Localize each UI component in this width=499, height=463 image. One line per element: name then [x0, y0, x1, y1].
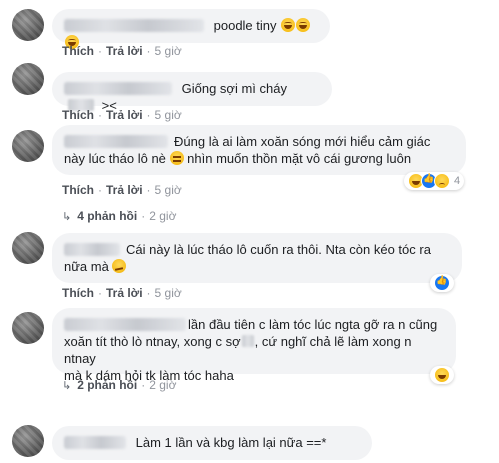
comment-text-line2: nữa mà: [64, 259, 109, 274]
timestamp[interactable]: 5 giờ: [155, 44, 182, 58]
avatar[interactable]: [12, 312, 44, 344]
comment-text-line1: Đúng là ai làm xoăn sóng mới hiểu cảm gi…: [174, 134, 431, 149]
smirk-emoji: [112, 259, 127, 273]
comment-text-line1: Cái này là lúc tháo lô cuốn ra thôi. Nta…: [126, 242, 431, 257]
comment-actions: Thích · Trả lời · 5 giờ: [62, 108, 182, 122]
laugh-emoji: [281, 18, 296, 32]
reply-arrow-icon: ↳: [62, 379, 72, 392]
replies-time: 2 giờ: [149, 209, 177, 223]
comment-text: Giống sợi mì cháy: [181, 81, 287, 96]
like-link[interactable]: Thích: [62, 286, 94, 300]
timestamp[interactable]: 5 giờ: [155, 183, 182, 197]
replies-count[interactable]: 4 phản hồi: [77, 209, 137, 223]
reply-link[interactable]: Trả lời: [106, 183, 143, 197]
laugh-emoji: [296, 18, 311, 32]
haha-reaction-icon: [434, 367, 450, 383]
timestamp[interactable]: 5 giờ: [155, 286, 182, 300]
author-name-blurred[interactable]: [64, 318, 186, 331]
comment-actions: Thích · Trả lời · 5 giờ: [62, 183, 182, 197]
comment-bubble: Làm 1 lần và kbg làm lại nữa ==*: [52, 426, 372, 460]
like-link[interactable]: Thích: [62, 44, 94, 58]
comment-text: Làm 1 lần và kbg làm lại nữa ==*: [135, 435, 327, 450]
author-name-blurred[interactable]: [64, 243, 120, 256]
sad-reaction-icon: [434, 173, 450, 189]
like-reaction-icon: [434, 275, 450, 291]
reply-arrow-icon: ↳: [62, 210, 72, 223]
comment-actions: Thích · Trả lời · 5 giờ: [62, 286, 182, 300]
redacted-word: [241, 335, 254, 347]
comment-text-line2b: nhìn muốn thồn mặt vô cái gương luôn: [187, 151, 412, 166]
comment-bubble: poodle tiny: [52, 9, 330, 49]
view-replies[interactable]: ↳ 2 phản hồi · 2 giờ: [62, 378, 176, 392]
comment-bubble: Cái này là lúc tháo lô cuốn ra thôi. Nta…: [52, 233, 462, 283]
reply-link[interactable]: Trả lời: [106, 108, 143, 122]
comment-bubble: Giống sợi mì cháy ><: [52, 72, 332, 113]
avatar[interactable]: [12, 130, 44, 162]
replies-time: 2 giờ: [149, 378, 177, 392]
like-link[interactable]: Thích: [62, 183, 94, 197]
comment-bubble: lần đầu tiên c làm tóc lúc ngta gỡ ra n …: [52, 308, 456, 383]
comment-text-line2a: này lúc tháo lô nè: [64, 151, 166, 166]
comment-text-line2a: xoăn tít thò lò ntnay, xong c sợ: [64, 334, 241, 349]
replies-count[interactable]: 2 phản hồi: [77, 378, 137, 392]
avatar[interactable]: [12, 9, 44, 41]
author-name-blurred[interactable]: [64, 135, 168, 148]
avatar[interactable]: [12, 63, 44, 95]
comment-text: poodle tiny: [213, 18, 277, 33]
reply-link[interactable]: Trả lời: [106, 286, 143, 300]
author-name-blurred[interactable]: [64, 82, 172, 95]
timestamp[interactable]: 5 giờ: [155, 108, 182, 122]
reply-link[interactable]: Trả lời: [106, 44, 143, 58]
avatar[interactable]: [12, 425, 44, 457]
view-replies[interactable]: ↳ 4 phản hồi · 2 giờ: [62, 209, 176, 223]
reactions-summary[interactable]: 4: [404, 172, 465, 190]
comment-actions: Thích · Trả lời · 5 giờ: [62, 44, 182, 58]
author-name-blurred[interactable]: [64, 19, 204, 32]
avatar[interactable]: [12, 232, 44, 264]
reactions-summary[interactable]: [430, 274, 454, 292]
comment-text-line1: lần đầu tiên c làm tóc lúc ngta gỡ ra n …: [188, 317, 438, 332]
reactions-summary[interactable]: [430, 366, 454, 384]
reaction-count: 4: [454, 175, 461, 187]
like-link[interactable]: Thích: [62, 108, 94, 122]
sleepy-emoji: [169, 151, 184, 165]
comment-bubble: Đúng là ai làm xoăn sóng mới hiểu cảm gi…: [52, 125, 466, 175]
author-name-blurred[interactable]: [64, 436, 126, 449]
